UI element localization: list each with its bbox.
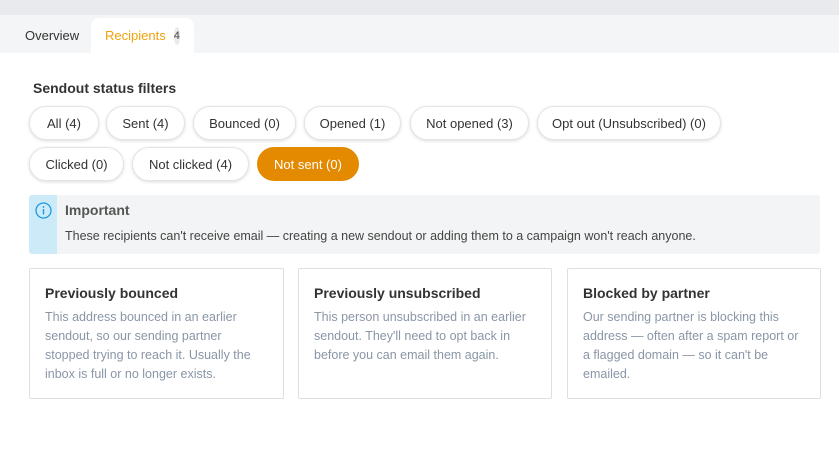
filter-chip-not-sent[interactable]: Not sent (0)	[257, 147, 359, 181]
filters-title: Sendout status filters	[33, 80, 177, 96]
tab-overview-label: Overview	[25, 28, 80, 43]
card-title: Previously unsubscribed	[314, 285, 481, 301]
important-callout: Important These recipients can't receive…	[29, 195, 820, 254]
tab-recipients[interactable]: Recipients 4	[91, 18, 194, 53]
filter-chip-not-opened[interactable]: Not opened (3)	[410, 106, 529, 140]
filter-chip-clicked[interactable]: Clicked (0)	[29, 147, 124, 181]
tab-strip: Overview Recipients 4	[0, 15, 839, 53]
card-title: Previously bounced	[45, 285, 179, 301]
callout-title: Important	[65, 202, 130, 218]
tab-recipients-label: Recipients	[105, 28, 166, 43]
callout-text: These recipients can't receive email — c…	[65, 229, 696, 243]
card-previously-bounced: Previously bounced This address bounced …	[29, 268, 284, 399]
card-previously-unsubscribed: Previously unsubscribed This person unsu…	[298, 268, 552, 399]
filter-chip-sent[interactable]: Sent (4)	[106, 106, 185, 140]
card-body: This address bounced in an earlier sendo…	[45, 310, 251, 381]
card-blocked-by-partner: Blocked by partner Our sending partner i…	[567, 268, 821, 399]
card-body: This person unsubscribed in an earlier s…	[314, 310, 526, 362]
card-title: Blocked by partner	[583, 285, 710, 301]
filter-chip-not-clicked[interactable]: Not clicked (4)	[132, 147, 249, 181]
card-body: Our sending partner is blocking this add…	[583, 310, 799, 381]
filter-chip-opt-out[interactable]: Opt out (Unsubscribed) (0)	[537, 106, 721, 140]
filter-chip-opened[interactable]: Opened (1)	[304, 106, 401, 140]
top-bar	[0, 0, 839, 15]
info-icon	[35, 202, 52, 219]
tab-overview[interactable]: Overview	[13, 18, 91, 53]
filter-chip-all[interactable]: All (4)	[29, 106, 99, 140]
recipients-count-badge: 4	[173, 26, 180, 45]
filter-chip-bounced[interactable]: Bounced (0)	[193, 106, 296, 140]
